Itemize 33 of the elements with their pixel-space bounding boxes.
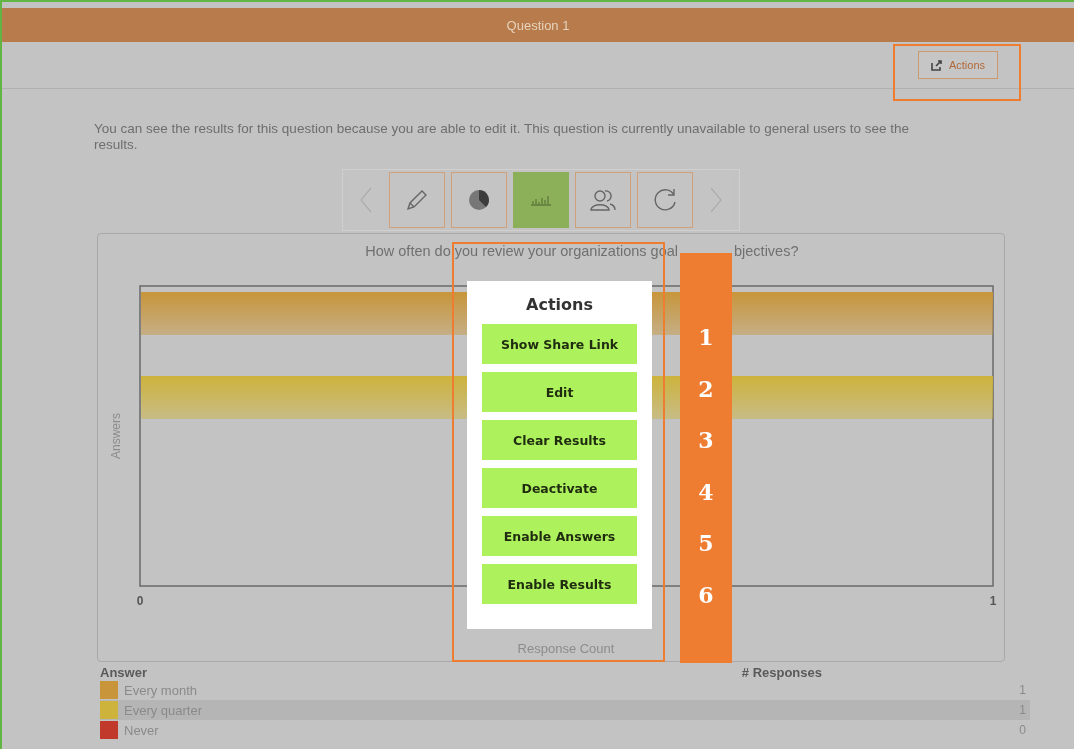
chevron-right-icon	[710, 187, 722, 213]
chevron-left-icon	[360, 187, 372, 213]
callout-number: 5	[698, 530, 714, 558]
popup-title: Actions	[525, 295, 594, 314]
pie-chart-icon	[467, 188, 491, 212]
callout-number: 2	[698, 375, 714, 404]
share-icon	[930, 59, 943, 71]
menu-button[interactable]: Show Share Link	[482, 324, 637, 364]
callout-number: 4	[698, 478, 714, 507]
window-title: Question 1	[506, 17, 570, 33]
pencil-icon	[405, 188, 429, 212]
column-header: # Responses	[741, 665, 822, 680]
users-icon	[590, 188, 616, 212]
chart-title: bjectives?	[734, 243, 799, 261]
refresh-icon	[652, 187, 678, 213]
menu-button[interactable]: Enable Results	[482, 564, 637, 604]
menu-button[interactable]: Clear Results	[482, 420, 637, 460]
answer-label: Every month	[124, 682, 198, 698]
column-header: Answer	[100, 665, 147, 680]
menu-button[interactable]: Enable Answers	[482, 516, 637, 556]
answer-label: Never	[124, 722, 160, 738]
bar-chart-icon	[530, 194, 552, 206]
menu-button[interactable]: Edit	[482, 372, 637, 412]
x-tick-label: 0	[136, 594, 144, 608]
callout-number: 3	[698, 427, 714, 455]
callout-number: 1	[698, 324, 714, 352]
view-tab[interactable]	[451, 172, 507, 228]
callout-number: 6	[698, 581, 714, 610]
notice-text: You can see the results for this question because you are able to edit it. This question is currently unavailable to general users to see the results.	[94, 121, 910, 153]
menu-button[interactable]: Deactivate	[482, 468, 637, 508]
response-count: 0	[1019, 723, 1026, 737]
response-count: 1	[1019, 683, 1026, 697]
x-tick-label: 1	[989, 594, 997, 608]
